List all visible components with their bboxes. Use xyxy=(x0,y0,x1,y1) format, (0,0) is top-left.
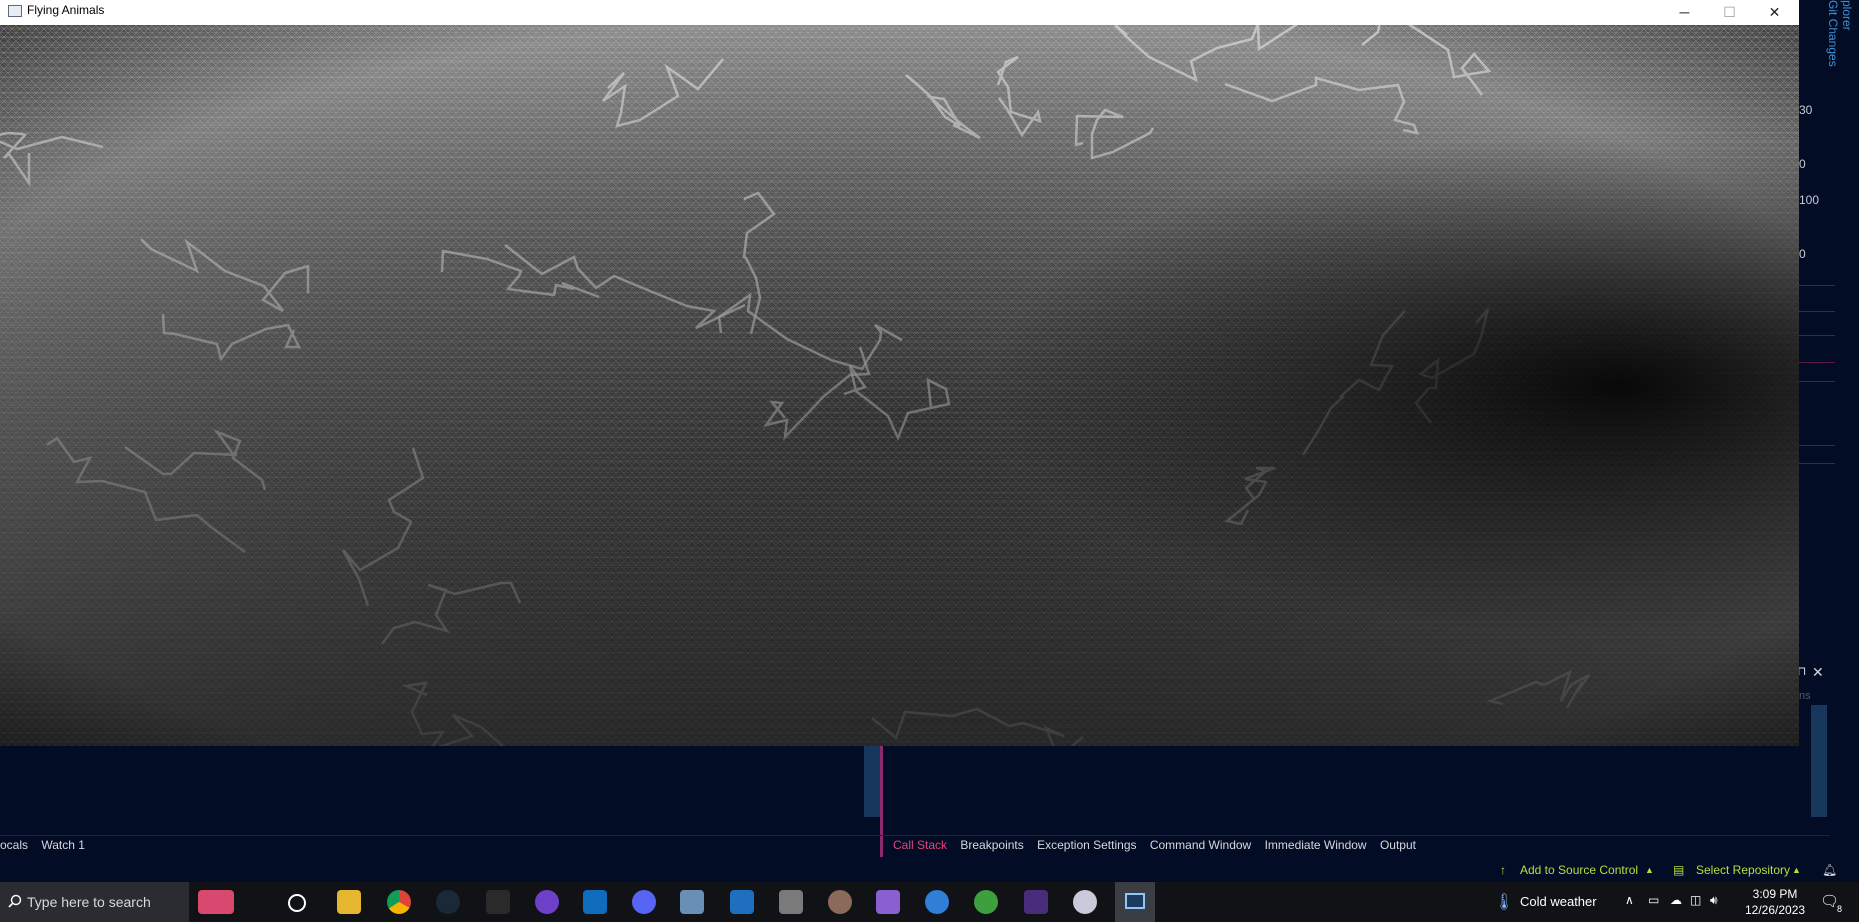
cloud-icon[interactable]: ☁︎ xyxy=(1670,893,1682,907)
minecraft-icon[interactable] xyxy=(779,890,803,914)
arrow-up-icon: ↑ xyxy=(1500,863,1506,877)
battery-icon[interactable]: ▭ xyxy=(1648,893,1659,907)
debug-tabs-left: ocals Watch 1 xyxy=(0,838,95,856)
windows-taskbar: Type here to search 🌡︎ Cold weather ∧ ▭ … xyxy=(0,882,1859,922)
tab-watch-1[interactable]: Watch 1 xyxy=(41,838,85,852)
taskbar-clock[interactable]: 3:09 PM 12/26/2023 xyxy=(1745,886,1805,918)
add-to-source-control-button[interactable]: Add to Source Control xyxy=(1520,863,1638,877)
cortana-icon[interactable] xyxy=(288,894,306,912)
arc-icon[interactable] xyxy=(925,890,949,914)
inkscape-icon[interactable] xyxy=(486,890,510,914)
clock-date: 12/26/2023 xyxy=(1745,903,1806,917)
caret-up-icon: ▲ xyxy=(1792,865,1801,875)
notification-bell-icon[interactable]: 🔔︎ xyxy=(1822,863,1837,877)
divider xyxy=(1799,311,1835,312)
paint-icon[interactable] xyxy=(1073,890,1097,914)
panel-border xyxy=(0,835,1830,836)
remote-desktop-icon[interactable] xyxy=(680,890,704,914)
caret-up-icon: ▲ xyxy=(1645,865,1654,875)
window-icon xyxy=(1125,893,1145,909)
file-explorer-icon[interactable] xyxy=(337,890,361,914)
discord-icon[interactable] xyxy=(632,890,656,914)
taskbar-search[interactable]: Type here to search xyxy=(0,882,189,922)
scrollbar[interactable] xyxy=(864,745,880,817)
visual-studio-icon[interactable] xyxy=(876,890,900,914)
divider xyxy=(1799,362,1835,363)
volume-icon[interactable]: 🔊︎ xyxy=(1710,893,1718,908)
title-bar[interactable]: Flying Animals ─ ☐ ✕ xyxy=(0,0,1799,26)
tab-breakpoints[interactable]: Breakpoints xyxy=(960,838,1023,852)
store-icon[interactable] xyxy=(730,890,754,914)
widget-icon[interactable] xyxy=(198,890,234,914)
debug-tabs-right: Call Stack Breakpoints Exception Setting… xyxy=(893,838,1426,856)
clock-time: 3:09 PM xyxy=(1752,887,1798,901)
steam-icon[interactable] xyxy=(436,890,460,914)
divider xyxy=(1799,381,1835,382)
select-repository-button[interactable]: Select Repository xyxy=(1696,863,1790,877)
panel-splitter[interactable] xyxy=(880,745,883,857)
flying-animals-window: Flying Animals ─ ☐ ✕ xyxy=(0,0,1799,746)
search-placeholder: Type here to search xyxy=(27,894,151,910)
ruler-number: 100 xyxy=(1799,193,1820,207)
notification-count: 8 xyxy=(1837,904,1843,914)
window-title: Flying Animals xyxy=(27,3,105,17)
mail-icon[interactable] xyxy=(583,890,607,914)
tab-output[interactable]: Output xyxy=(1380,838,1416,852)
side-text: ns xyxy=(1799,690,1811,702)
tab-git-changes[interactable]: Git Changes xyxy=(1826,0,1840,112)
tab-call-stack[interactable]: Call Stack xyxy=(893,838,947,852)
scrollbar[interactable] xyxy=(1811,705,1827,817)
terminal-icon[interactable] xyxy=(1024,890,1048,914)
active-app-flying-animals[interactable] xyxy=(1115,882,1155,922)
watch-panel xyxy=(0,745,880,835)
maximize-button[interactable]: ☐ xyxy=(1707,0,1752,25)
vs-status-bar: ↑ Add to Source Control ▲ ▤ Select Repos… xyxy=(0,860,1859,880)
app-icon-portrait[interactable] xyxy=(828,890,852,914)
ruler-number: 0 xyxy=(1799,247,1806,261)
utorrent-icon[interactable] xyxy=(974,890,998,914)
repository-icon: ▤ xyxy=(1673,863,1685,877)
chevron-up-icon[interactable]: ∧ xyxy=(1625,893,1634,907)
tab-solution-explorer[interactable]: plorer xyxy=(1840,0,1854,112)
app-icon xyxy=(8,5,22,17)
search-icon xyxy=(8,894,22,908)
ruler-number: 30 xyxy=(1799,103,1813,117)
render-canvas[interactable] xyxy=(0,25,1799,746)
ruler-number: 0 xyxy=(1799,157,1806,171)
panel-close-icon[interactable]: ✕ xyxy=(1812,664,1824,681)
divider xyxy=(1799,445,1835,446)
chrome-icon[interactable] xyxy=(387,890,411,914)
vs-vertical-tabs: plorer Git Changes xyxy=(1826,0,1854,120)
tab-command-window[interactable]: Command Window xyxy=(1150,838,1251,852)
github-icon[interactable] xyxy=(535,890,559,914)
divider xyxy=(1799,335,1835,336)
close-button[interactable]: ✕ xyxy=(1752,0,1797,25)
wireframe-terrain xyxy=(0,25,1799,746)
thermometer-icon: 🌡︎ xyxy=(1494,894,1515,911)
minimize-button[interactable]: ─ xyxy=(1662,0,1707,25)
tab-locals[interactable]: ocals xyxy=(0,838,28,852)
divider xyxy=(1799,285,1835,286)
weather-text[interactable]: Cold weather xyxy=(1520,894,1597,909)
divider xyxy=(1799,463,1835,464)
network-icon[interactable]: ◫ xyxy=(1690,893,1701,907)
tab-immediate-window[interactable]: Immediate Window xyxy=(1265,838,1367,852)
tab-exception-settings[interactable]: Exception Settings xyxy=(1037,838,1136,852)
